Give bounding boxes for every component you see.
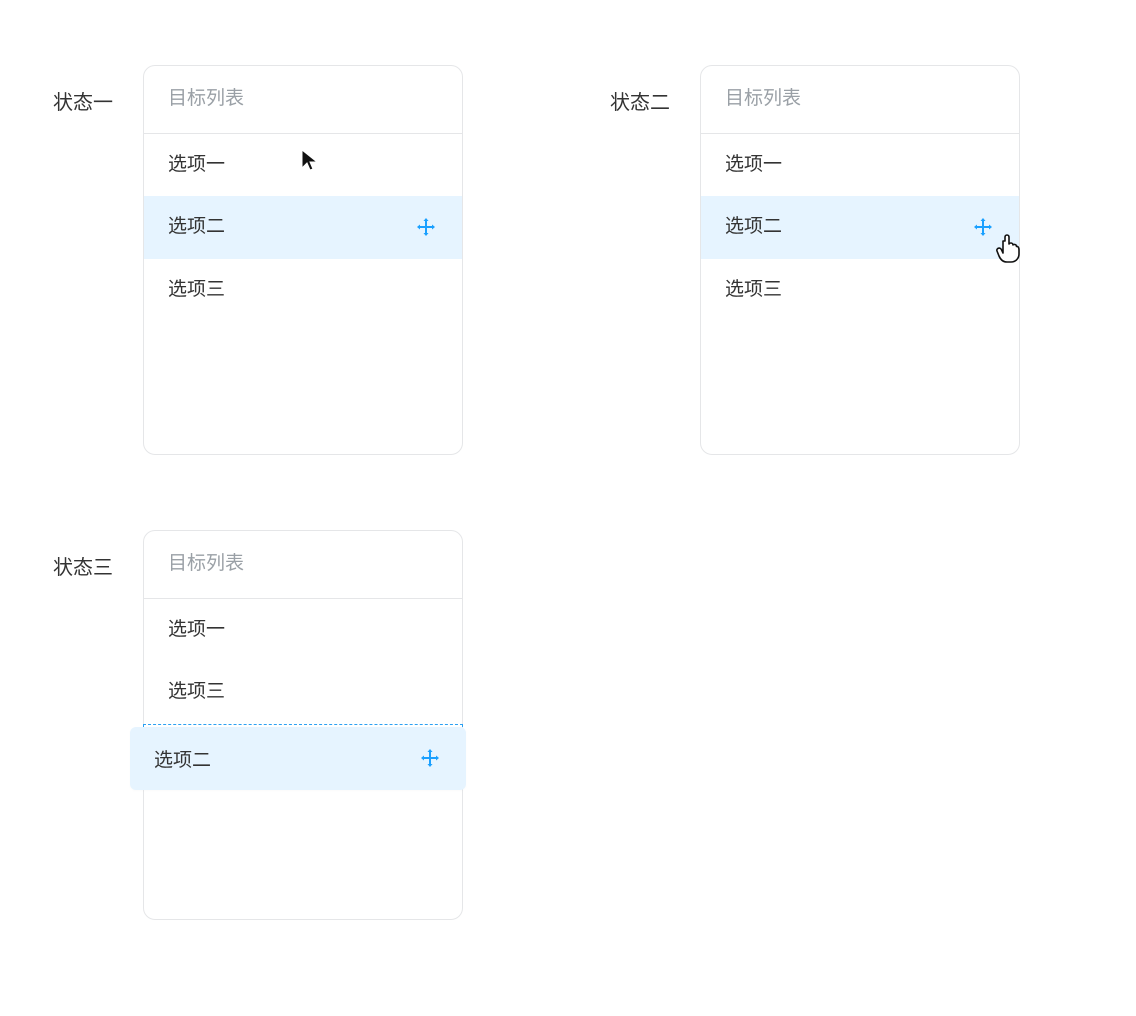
state-one-group: 状态一 目标列表 选项一 选项二 (53, 65, 463, 455)
state-one-panel: 目标列表 选项一 选项二 (143, 65, 463, 455)
state-two-group: 状态二 目标列表 选项一 选项二 (610, 65, 1020, 455)
list-item-label: 选项一 (725, 152, 782, 179)
list-item-label: 选项一 (168, 152, 225, 179)
list-item-label: 选项一 (168, 617, 225, 644)
move-icon[interactable] (418, 746, 442, 770)
item-list: 选项一 选项二 (144, 134, 462, 322)
item-list: 选项一 选项三 选项二 (144, 599, 462, 788)
list-item[interactable]: 选项一 (144, 599, 462, 662)
state-three-panel: 目标列表 选项一 选项三 选项二 (143, 530, 463, 920)
move-icon[interactable] (414, 215, 438, 239)
list-item-label: 选项二 (725, 214, 782, 241)
state-two-panel: 目标列表 选项一 选项二 (700, 65, 1020, 455)
list-item-label: 选项二 (168, 214, 225, 241)
panel-header: 目标列表 (701, 66, 1019, 134)
list-item[interactable]: 选项一 (144, 134, 462, 197)
list-item-label: 选项三 (168, 679, 225, 706)
move-icon[interactable] (971, 215, 995, 239)
state-one-label: 状态一 (53, 89, 113, 117)
list-item[interactable]: 选项一 (701, 134, 1019, 197)
item-list: 选项一 选项二 (701, 134, 1019, 322)
panel-title: 目标列表 (725, 86, 995, 113)
dragging-item[interactable]: 选项二 (130, 727, 466, 790)
list-item[interactable]: 选项二 (701, 196, 1019, 259)
state-three-group: 状态三 目标列表 选项一 选项三 选项二 (53, 530, 463, 920)
list-item[interactable]: 选项二 (144, 196, 462, 259)
panel-title: 目标列表 (168, 551, 438, 578)
panel-header: 目标列表 (144, 531, 462, 599)
panel-header: 目标列表 (144, 66, 462, 134)
list-item-label: 选项三 (725, 277, 782, 304)
list-item-label: 选项二 (154, 745, 211, 772)
state-two-label: 状态二 (610, 89, 670, 117)
list-item[interactable]: 选项三 (701, 259, 1019, 322)
list-item[interactable]: 选项三 (144, 661, 462, 724)
list-item[interactable]: 选项三 (144, 259, 462, 322)
panel-title: 目标列表 (168, 86, 438, 113)
state-three-label: 状态三 (53, 554, 113, 582)
list-item-label: 选项三 (168, 277, 225, 304)
